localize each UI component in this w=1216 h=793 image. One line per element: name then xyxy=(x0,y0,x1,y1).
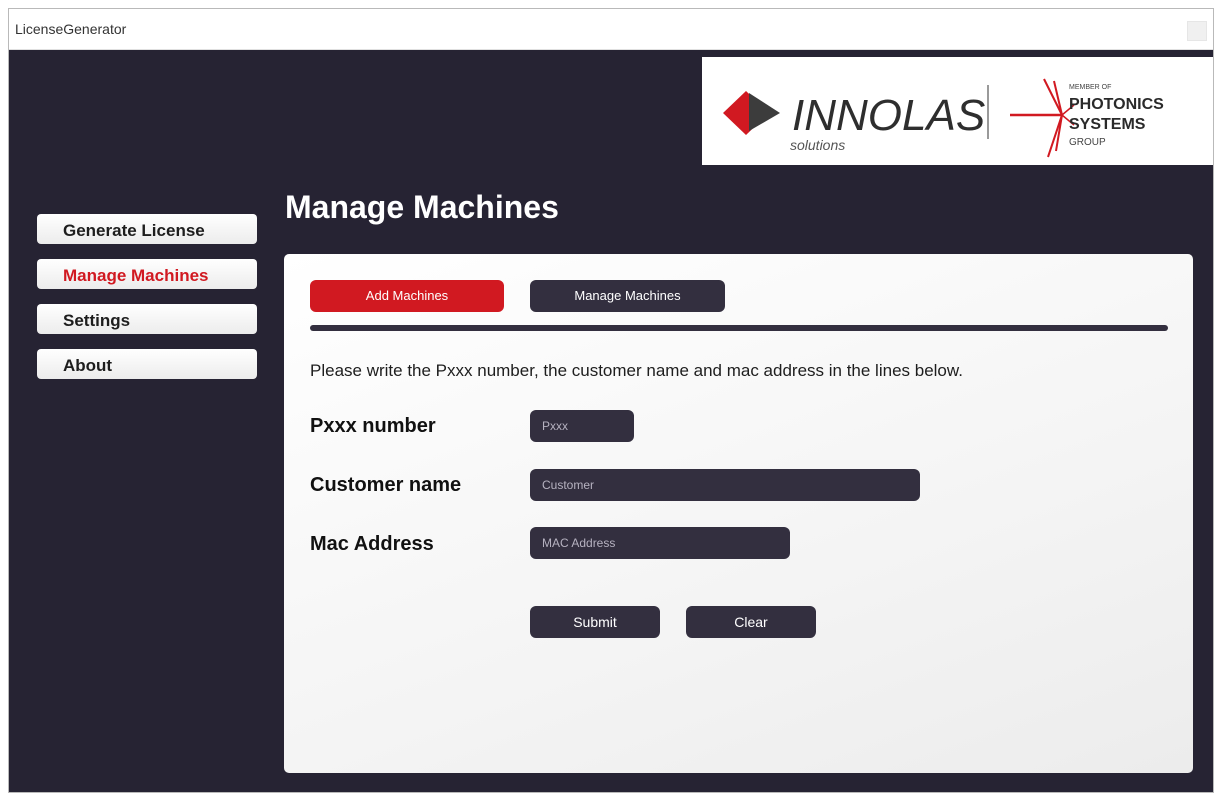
pxxx-number-input[interactable] xyxy=(530,410,634,442)
form-instructions: Please write the Pxxx number, the custom… xyxy=(310,361,963,380)
innolas-wordmark: INNOLAS xyxy=(792,91,985,140)
brand-logo-banner: INNOLAS solutions MEMBER OF PHOTONICS SY… xyxy=(702,57,1213,165)
partner-photonics: PHOTONICS xyxy=(1069,96,1164,113)
mac-address-input[interactable] xyxy=(530,527,790,559)
submit-button[interactable]: Submit xyxy=(530,606,660,638)
innolas-arrow-icon xyxy=(749,93,780,131)
sidebar-item-manage-machines[interactable]: Manage Machines xyxy=(37,259,257,289)
sidebar-item-settings[interactable]: Settings xyxy=(37,304,257,334)
customer-name-label: Customer name xyxy=(310,474,462,496)
sidebar-item-generate-license[interactable]: Generate License xyxy=(37,214,257,244)
innolas-tagline: solutions xyxy=(790,137,845,153)
page-title: Manage Machines xyxy=(285,189,559,225)
title-bar: LicenseGenerator xyxy=(9,9,1213,50)
app-window: LicenseGenerator INNOLAS solutions MEMBE… xyxy=(8,8,1214,793)
logo-divider xyxy=(987,85,989,139)
window-title: LicenseGenerator xyxy=(15,21,127,37)
clear-button[interactable]: Clear xyxy=(686,606,816,638)
brand-logo: INNOLAS solutions MEMBER OF PHOTONICS SY… xyxy=(723,78,1164,158)
pxxx-number-label: Pxxx number xyxy=(310,415,436,437)
tab-add-machines[interactable]: Add Machines xyxy=(310,280,504,312)
partner-systems: SYSTEMS xyxy=(1069,116,1146,133)
content-panel: Add Machines Manage Machines Please writ… xyxy=(284,254,1193,773)
partner-member-of: MEMBER OF xyxy=(1069,84,1111,91)
mac-address-label: Mac Address xyxy=(310,533,434,555)
partner-group: GROUP xyxy=(1069,137,1106,148)
customer-name-input[interactable] xyxy=(530,469,920,501)
sidebar-item-about[interactable]: About xyxy=(37,349,257,379)
close-icon[interactable] xyxy=(1187,21,1207,41)
laser-ray-icon xyxy=(1043,78,1063,116)
tab-manage-machines[interactable]: Manage Machines xyxy=(530,280,725,312)
tab-divider xyxy=(310,325,1168,331)
